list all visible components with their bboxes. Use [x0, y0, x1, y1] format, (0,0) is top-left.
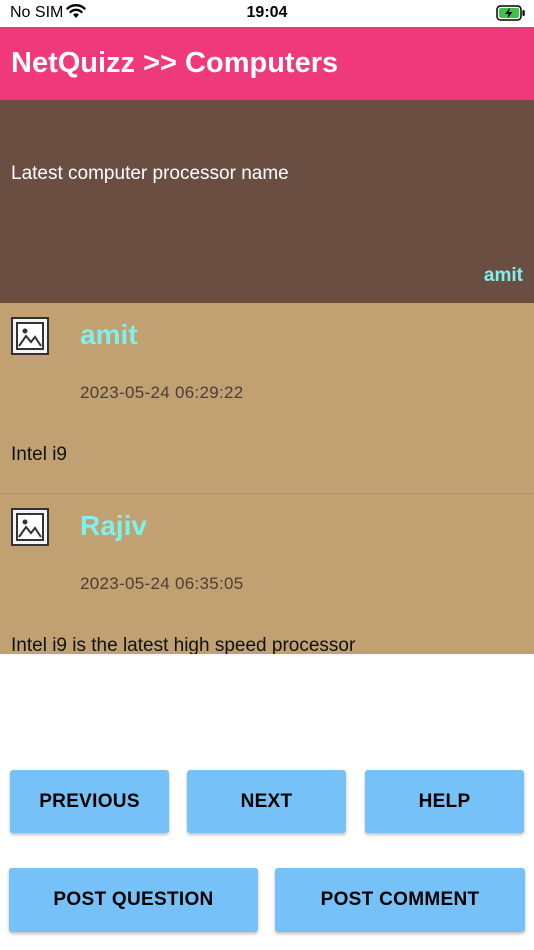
- page-title: NetQuizz >> Computers: [11, 47, 339, 79]
- question-author[interactable]: amit: [484, 265, 523, 287]
- previous-button[interactable]: PREVIOUS: [10, 770, 169, 833]
- help-button[interactable]: HELP: [365, 770, 524, 833]
- next-button[interactable]: NEXT: [187, 770, 346, 833]
- battery-charging-icon: [496, 5, 526, 26]
- comment-item: amit 2023-05-24 06:29:22 Intel i9: [0, 303, 534, 493]
- comment-timestamp: 2023-05-24 06:35:05: [80, 574, 244, 593]
- post-question-button[interactable]: POST QUESTION: [9, 868, 258, 932]
- comment-text: Intel i9: [11, 444, 67, 465]
- clock: 19:04: [246, 4, 288, 21]
- question-text: Latest computer processor name: [11, 163, 289, 184]
- image-placeholder-icon: [11, 317, 49, 355]
- comment-text: Intel i9 is the latest high speed proces…: [11, 635, 356, 654]
- app-header: NetQuizz >> Computers: [0, 27, 534, 100]
- comment-author: amit: [80, 319, 138, 350]
- question-panel: Latest computer processor name amit: [0, 100, 534, 303]
- status-bar: No SIM 19:04: [0, 0, 534, 27]
- comment-item: Rajiv 2023-05-24 06:35:05 Intel i9 is th…: [0, 493, 534, 654]
- image-placeholder-icon: [11, 508, 49, 546]
- post-comment-button[interactable]: POST COMMENT: [275, 868, 525, 932]
- comment-author: Rajiv: [80, 510, 147, 541]
- comment-list[interactable]: amit 2023-05-24 06:29:22 Intel i9 Rajiv …: [0, 303, 534, 654]
- comment-timestamp: 2023-05-24 06:29:22: [80, 383, 244, 402]
